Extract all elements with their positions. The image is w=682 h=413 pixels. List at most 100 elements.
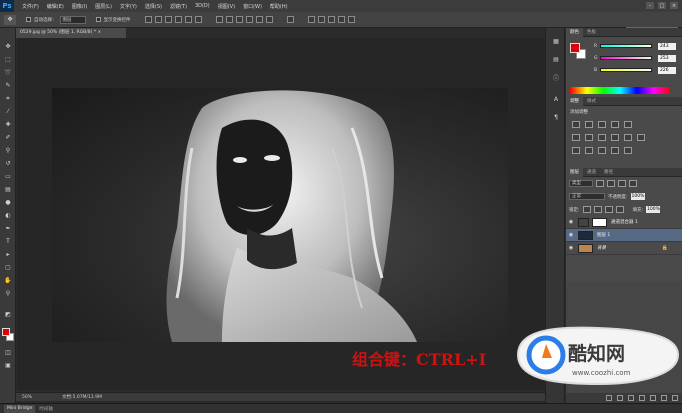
menu-filter[interactable]: 滤镜(T): [170, 3, 187, 10]
color-balance-icon[interactable]: [585, 134, 593, 141]
fill-value[interactable]: 100%: [646, 206, 661, 213]
pen-tool-icon[interactable]: ✒: [3, 224, 13, 233]
link-layers-icon[interactable]: [606, 395, 612, 401]
new-adjustment-icon[interactable]: [639, 395, 645, 401]
inverted-portrait-image[interactable]: [52, 88, 508, 342]
hand-tool-icon[interactable]: ✋: [3, 276, 13, 285]
menu-layer[interactable]: 图层(L): [95, 3, 112, 10]
crop-tool-icon[interactable]: ⌗: [3, 94, 13, 103]
threshold-icon[interactable]: [598, 147, 606, 154]
curves-icon[interactable]: [598, 121, 606, 128]
align-left-icon[interactable]: [174, 16, 182, 23]
gradient-tool-icon[interactable]: ▤: [3, 185, 13, 194]
tab-channels[interactable]: 通道: [583, 168, 600, 177]
eraser-tool-icon[interactable]: ▭: [3, 172, 13, 181]
type-tool-icon[interactable]: T: [3, 237, 13, 246]
auto-align-icon[interactable]: [286, 16, 294, 23]
posterize-icon[interactable]: [585, 147, 593, 154]
3d-pan-icon[interactable]: [327, 16, 335, 23]
distribute-top-icon[interactable]: [215, 16, 223, 23]
lock-position-icon[interactable]: [604, 206, 613, 213]
tab-styles[interactable]: 样式: [583, 97, 600, 106]
levels-icon[interactable]: [585, 121, 593, 128]
green-slider[interactable]: [600, 56, 652, 60]
tab-paths[interactable]: 路径: [600, 168, 617, 177]
menu-help[interactable]: 帮助(H): [270, 3, 288, 10]
dodge-tool-icon[interactable]: ◐: [3, 211, 13, 220]
distribute-bottom-icon[interactable]: [235, 16, 243, 23]
filter-type-icon[interactable]: [618, 180, 626, 187]
layer-style-icon[interactable]: [617, 395, 623, 401]
tab-mini-bridge[interactable]: Mini Bridge: [4, 404, 36, 413]
visibility-eye-icon[interactable]: ◉: [567, 219, 575, 225]
menu-file[interactable]: 文件(F): [22, 3, 39, 10]
brush-tool-icon[interactable]: ✐: [3, 133, 13, 142]
tab-adjustments[interactable]: 调整: [566, 96, 583, 106]
menu-3d[interactable]: 3D(D): [195, 3, 210, 9]
add-mask-icon[interactable]: [628, 395, 634, 401]
menu-window[interactable]: 窗口(W): [243, 3, 262, 10]
history-brush-icon[interactable]: ↺: [3, 159, 13, 168]
menu-view[interactable]: 视图(V): [218, 3, 235, 10]
align-middle-icon[interactable]: [154, 16, 162, 23]
layer-row-layer1[interactable]: ◉ 图层 1: [566, 229, 682, 242]
marquee-tool-icon[interactable]: ⬚: [3, 55, 13, 64]
history-panel-icon[interactable]: ▦: [550, 36, 562, 47]
properties-panel-icon[interactable]: ▤: [550, 54, 562, 65]
distribute-left-icon[interactable]: [245, 16, 253, 23]
filter-shape-icon[interactable]: [629, 180, 637, 187]
new-layer-icon[interactable]: [661, 395, 667, 401]
default-colors-icon[interactable]: ◩: [3, 310, 13, 319]
distribute-right-icon[interactable]: [265, 16, 273, 23]
hue-saturation-icon[interactable]: [572, 134, 580, 141]
move-tool-icon[interactable]: ✥: [3, 42, 13, 51]
screen-mode-icon[interactable]: ▣: [3, 361, 13, 370]
blur-tool-icon[interactable]: ●: [3, 198, 13, 207]
filter-adjust-icon[interactable]: [607, 180, 615, 187]
color-panel-foreground[interactable]: [570, 43, 580, 53]
path-select-icon[interactable]: ▸: [3, 250, 13, 259]
filter-pixel-icon[interactable]: [596, 180, 604, 187]
menu-image[interactable]: 图像(I): [72, 3, 87, 10]
lock-all-icon[interactable]: [615, 206, 624, 213]
delete-layer-icon[interactable]: [672, 395, 678, 401]
maximize-button[interactable]: □: [658, 2, 666, 9]
tab-swatches[interactable]: 色板: [583, 28, 600, 37]
layer-row-adjustment[interactable]: ◉ 通道混合器 1: [566, 216, 682, 229]
tab-timeline[interactable]: 时间轴: [39, 406, 53, 412]
visibility-eye-icon[interactable]: ◉: [567, 232, 575, 238]
lock-transparent-icon[interactable]: [582, 206, 591, 213]
blue-value[interactable]: 226: [658, 66, 676, 74]
green-value[interactable]: 253: [658, 54, 676, 62]
distribute-center-icon[interactable]: [255, 16, 263, 23]
channel-mixer-icon[interactable]: [624, 134, 632, 141]
align-center-icon[interactable]: [184, 16, 192, 23]
lasso-tool-icon[interactable]: ➰: [3, 68, 13, 77]
red-value[interactable]: 243: [658, 42, 676, 50]
foreground-color-swatch[interactable]: [2, 328, 10, 336]
layer-row-background[interactable]: ◉ 背景 🔒: [566, 242, 682, 255]
show-transform-checkbox[interactable]: [95, 17, 101, 22]
menu-select[interactable]: 选择(S): [145, 3, 162, 10]
auto-select-checkbox[interactable]: [26, 17, 31, 22]
menu-edit[interactable]: 编辑(E): [47, 3, 64, 10]
3d-rotate-icon[interactable]: [307, 16, 315, 23]
zoom-level[interactable]: 50%: [22, 395, 32, 400]
auto-select-dropdown[interactable]: 图层: [59, 15, 86, 24]
layer-kind-filter[interactable]: 类型: [569, 180, 593, 187]
opacity-value[interactable]: 100%: [630, 193, 645, 200]
healing-brush-icon[interactable]: ✚: [3, 120, 13, 129]
photo-filter-icon[interactable]: [611, 134, 619, 141]
selective-color-icon[interactable]: [624, 147, 632, 154]
shape-tool-icon[interactable]: ▢: [3, 263, 13, 272]
exposure-icon[interactable]: [611, 121, 619, 128]
layer-mask-thumbnail[interactable]: [592, 217, 607, 227]
close-button[interactable]: ×: [670, 2, 678, 9]
new-group-icon[interactable]: [650, 395, 656, 401]
document-tab[interactable]: 0529.jpg @ 50% (图层 1, RGB/8) * ×: [16, 28, 126, 38]
vibrance-icon[interactable]: [624, 121, 632, 128]
align-right-icon[interactable]: [194, 16, 202, 23]
zoom-tool-icon[interactable]: ⚲: [3, 289, 13, 298]
red-slider[interactable]: [600, 44, 652, 48]
distribute-middle-icon[interactable]: [225, 16, 233, 23]
